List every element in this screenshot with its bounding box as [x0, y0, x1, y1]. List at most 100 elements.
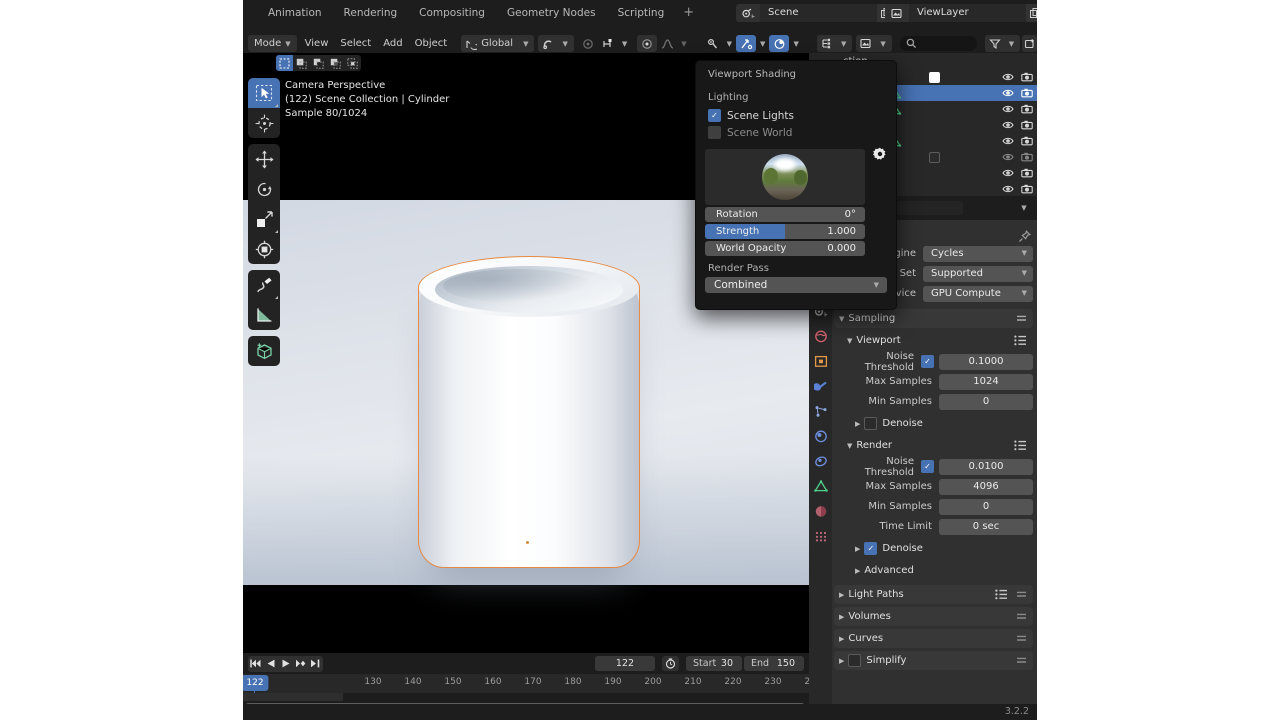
list-menu-icon[interactable]	[995, 589, 1008, 600]
camera-icon[interactable]	[1021, 88, 1033, 98]
tool-transform[interactable]	[248, 234, 280, 264]
menu-object[interactable]: Object	[409, 35, 454, 52]
sampling-viewport-subpanel-header[interactable]: ▼ Viewport	[842, 331, 1033, 350]
simplify-panel-header[interactable]: ▶ Simplify	[834, 651, 1033, 670]
end-frame-field[interactable]: End 150	[744, 656, 804, 671]
render-noise-threshold-row[interactable]: Noise Threshold ✓ 0.0100	[834, 456, 1033, 478]
viewport-noise-threshold-row[interactable]: Noise Threshold ✓ 0.1000	[834, 351, 1033, 373]
viewport-denoise-subpanel-header[interactable]: ▶ Denoise	[850, 414, 1033, 433]
camera-icon[interactable]	[1021, 184, 1033, 194]
outliner-search-input[interactable]	[899, 36, 977, 51]
select-mode-subtract[interactable]	[310, 55, 327, 71]
render-min-samples-field[interactable]: 0	[939, 498, 1033, 515]
tool-move[interactable]	[248, 144, 280, 174]
mode-dropdown[interactable]: Mode ▼	[248, 35, 297, 52]
properties-tab-particles[interactable]	[810, 399, 831, 424]
properties-tab-modifier[interactable]	[810, 374, 831, 399]
eye-icon[interactable]	[1002, 184, 1014, 194]
viewport-noise-threshold-checkbox[interactable]: ✓	[921, 355, 934, 368]
proportional-falloff-toggle[interactable]	[637, 35, 658, 52]
tool-tweak-select-box[interactable]	[248, 78, 280, 108]
next-keyframe-button[interactable]	[293, 656, 308, 672]
eye-icon[interactable]	[1002, 120, 1014, 130]
camera-icon[interactable]	[1021, 136, 1033, 146]
workspace-tab-animation[interactable]: Animation	[257, 0, 333, 26]
viewport-noise-threshold-field[interactable]: 0.1000	[939, 353, 1033, 370]
feature-set-dropdown[interactable]: Supported ▼	[923, 265, 1033, 282]
scene-world-checkbox[interactable]	[708, 126, 721, 139]
select-mode-group[interactable]	[276, 55, 361, 71]
menu-select[interactable]: Select	[334, 35, 377, 52]
viewport-min-samples-row[interactable]: Min Samples 0	[834, 392, 1033, 411]
properties-tab-material[interactable]	[810, 499, 831, 524]
outliner-filter-dropdown[interactable]: ▼	[984, 35, 1021, 52]
exclude-checkbox[interactable]	[929, 71, 940, 83]
properties-tab-data[interactable]	[810, 474, 831, 499]
eye-icon[interactable]	[1002, 104, 1014, 114]
select-mode-invert[interactable]	[327, 55, 344, 71]
simplify-checkbox[interactable]	[848, 654, 862, 667]
device-dropdown[interactable]: GPU Compute ▼	[923, 285, 1033, 302]
menu-view[interactable]: View	[299, 35, 335, 52]
viewport-max-samples-row[interactable]: Max Samples 1024	[834, 372, 1033, 391]
world-opacity-slider[interactable]: World Opacity 0.000	[705, 241, 865, 256]
tool-cursor[interactable]	[248, 108, 280, 138]
auto-keying-button[interactable]	[662, 656, 679, 671]
scene-world-row[interactable]: Scene World	[696, 124, 896, 141]
exclude-checkbox[interactable]	[929, 151, 940, 163]
eye-icon[interactable]	[1002, 88, 1014, 98]
eye-icon[interactable]	[1002, 136, 1014, 146]
cylinder-object[interactable]	[418, 256, 640, 568]
render-time-limit-row[interactable]: Time Limit 0 sec	[834, 517, 1033, 536]
camera-icon[interactable]	[1021, 72, 1033, 82]
rotation-slider[interactable]: Rotation 0°	[705, 207, 865, 222]
viewport-min-samples-field[interactable]: 0	[939, 393, 1033, 410]
render-pass-dropdown[interactable]: Combined ▼	[705, 277, 887, 293]
scene-name[interactable]: Scene	[760, 4, 876, 22]
tool-annotate[interactable]	[248, 270, 280, 300]
outliner-editor-type[interactable]: ▼	[817, 35, 853, 52]
snap-magnet-dropdown[interactable]: ▼	[538, 35, 574, 52]
playhead[interactable]: 122	[243, 675, 269, 691]
render-engine-dropdown[interactable]: Cycles ▼	[923, 245, 1033, 262]
sampling-render-subpanel-header[interactable]: ▼ Render	[842, 436, 1033, 455]
outliner-display-mode[interactable]: ▼	[856, 35, 892, 52]
render-noise-threshold-checkbox[interactable]: ✓	[921, 460, 934, 473]
properties-tab-object[interactable]	[810, 349, 831, 374]
camera-icon[interactable]	[1021, 104, 1033, 114]
add-workspace-button[interactable]: +	[675, 0, 702, 26]
tool-rotate[interactable]	[248, 174, 280, 204]
render-denoise-checkbox[interactable]: ✓	[864, 542, 878, 555]
scene-lights-checkbox[interactable]: ✓	[708, 109, 721, 122]
pin-properties-button[interactable]	[1018, 230, 1031, 243]
list-menu-icon[interactable]	[1014, 440, 1027, 451]
render-time-limit-field[interactable]: 0 sec	[939, 518, 1033, 535]
select-mode-set[interactable]	[276, 55, 293, 71]
curves-panel-header[interactable]: ▶ Curves	[834, 629, 1033, 648]
render-min-samples-row[interactable]: Min Samples 0	[834, 497, 1033, 516]
jump-to-start-button[interactable]	[248, 656, 263, 672]
xray-toggle[interactable]	[769, 35, 790, 52]
tool-add-cube[interactable]	[248, 336, 280, 366]
render-max-samples-field[interactable]: 4096	[939, 478, 1033, 495]
workspace-tab-geometry-nodes[interactable]: Geometry Nodes	[496, 0, 607, 26]
render-max-samples-row[interactable]: Max Samples 4096	[834, 477, 1033, 496]
list-menu-icon[interactable]	[1014, 335, 1027, 346]
select-mode-intersect[interactable]	[344, 55, 361, 71]
proportional-edit-group[interactable]: ▼ ▼	[578, 35, 691, 52]
show-overlays-toggle[interactable]	[736, 35, 757, 52]
volumes-panel-header[interactable]: ▶ Volumes	[834, 607, 1033, 626]
viewport-max-samples-field[interactable]: 1024	[939, 373, 1033, 390]
camera-icon[interactable]	[1021, 152, 1033, 162]
select-mode-extend[interactable]	[293, 55, 310, 71]
properties-options-dropdown[interactable]: ▼	[1015, 201, 1029, 215]
light-paths-panel-header[interactable]: ▶ Light Paths	[834, 585, 1033, 604]
play-button[interactable]	[278, 656, 293, 672]
properties-tab-texture[interactable]	[810, 524, 831, 549]
hdri-preview[interactable]	[705, 149, 865, 205]
camera-icon[interactable]	[1021, 168, 1033, 178]
eye-icon[interactable]	[1002, 152, 1014, 162]
workspace-tab-compositing[interactable]: Compositing	[408, 0, 496, 26]
scene-lights-row[interactable]: ✓ Scene Lights	[696, 107, 896, 124]
properties-body[interactable]: Render Engine Cycles ▼ Feature Set Suppo…	[832, 244, 1037, 704]
